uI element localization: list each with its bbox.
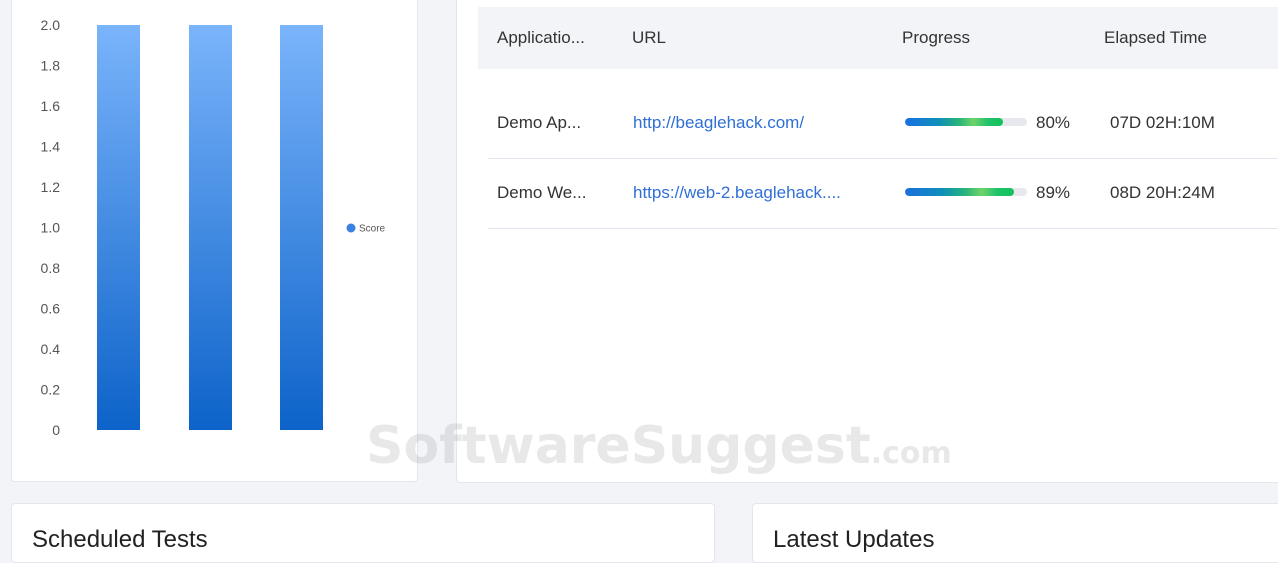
y-tick-label: 1.4	[41, 139, 61, 155]
application-url-link[interactable]: https://web-2.beaglehack....	[633, 158, 873, 228]
progress-percent: 89%	[1036, 183, 1071, 202]
progress-percent: 80%	[1036, 113, 1071, 132]
elapsed-time: 07D 02H:10M	[1110, 113, 1215, 132]
scheduled-tests-card: Scheduled Tests	[11, 503, 715, 563]
header-application[interactable]: Applicatio...	[497, 7, 585, 69]
y-tick-label: 0.4	[41, 341, 61, 357]
progress-bar	[905, 118, 1027, 126]
legend-label[interactable]: Score	[359, 224, 386, 235]
progress-bar-fill	[905, 118, 1003, 126]
y-tick-label: 0.2	[41, 382, 61, 398]
application-url-link[interactable]: http://beaglehack.com/	[633, 88, 873, 158]
scheduled-tests-title: Scheduled Tests	[32, 526, 208, 553]
latest-updates-card: Latest Updates	[752, 503, 1278, 563]
header-url[interactable]: URL	[632, 7, 666, 69]
header-progress[interactable]: Progress	[902, 7, 970, 69]
y-tick-label: 0.6	[41, 301, 61, 317]
watermark-main: SoftwareSuggest	[366, 416, 871, 476]
y-tick-label: 1.0	[41, 220, 61, 236]
header-elapsed-time[interactable]: Elapsed Time	[1104, 7, 1207, 69]
watermark: SoftwareSuggest.com	[366, 416, 952, 476]
y-tick-label: 1.6	[41, 98, 61, 114]
application-name[interactable]: Demo We...	[497, 158, 607, 228]
table-header: Applicatio... URL Progress Elapsed Time	[478, 7, 1278, 69]
watermark-suffix: .com	[870, 436, 952, 471]
y-tick-label: 0.8	[41, 260, 61, 276]
table-row[interactable]: Demo We... https://web-2.beaglehack.... …	[488, 158, 1278, 229]
score-bar-chart: 0 0.2 0.4 0.6 0.8 1.0 1.2 1.4 1.6 1.8 2.0 Score	[41, 17, 386, 438]
applications-table-card: Applicatio... URL Progress Elapsed Time …	[456, 0, 1278, 483]
score-bar[interactable]	[189, 25, 232, 430]
latest-updates-title: Latest Updates	[773, 526, 935, 553]
y-tick-label: 1.8	[41, 58, 61, 74]
progress-bar	[905, 188, 1027, 196]
progress-bar-fill	[905, 188, 1014, 196]
table-row[interactable]: Demo Ap... http://beaglehack.com/ 80% 07…	[488, 88, 1278, 159]
score-bar[interactable]	[97, 25, 140, 430]
score-bar[interactable]	[280, 25, 323, 430]
application-name[interactable]: Demo Ap...	[497, 88, 607, 158]
y-tick-label: 2.0	[41, 17, 61, 33]
elapsed-time: 08D 20H:24M	[1110, 183, 1215, 202]
legend-marker	[346, 223, 356, 233]
score-chart-card: 0 0.2 0.4 0.6 0.8 1.0 1.2 1.4 1.6 1.8 2.0 Score	[11, 0, 418, 482]
y-tick-label: 0	[52, 422, 60, 438]
y-tick-label: 1.2	[41, 179, 61, 195]
